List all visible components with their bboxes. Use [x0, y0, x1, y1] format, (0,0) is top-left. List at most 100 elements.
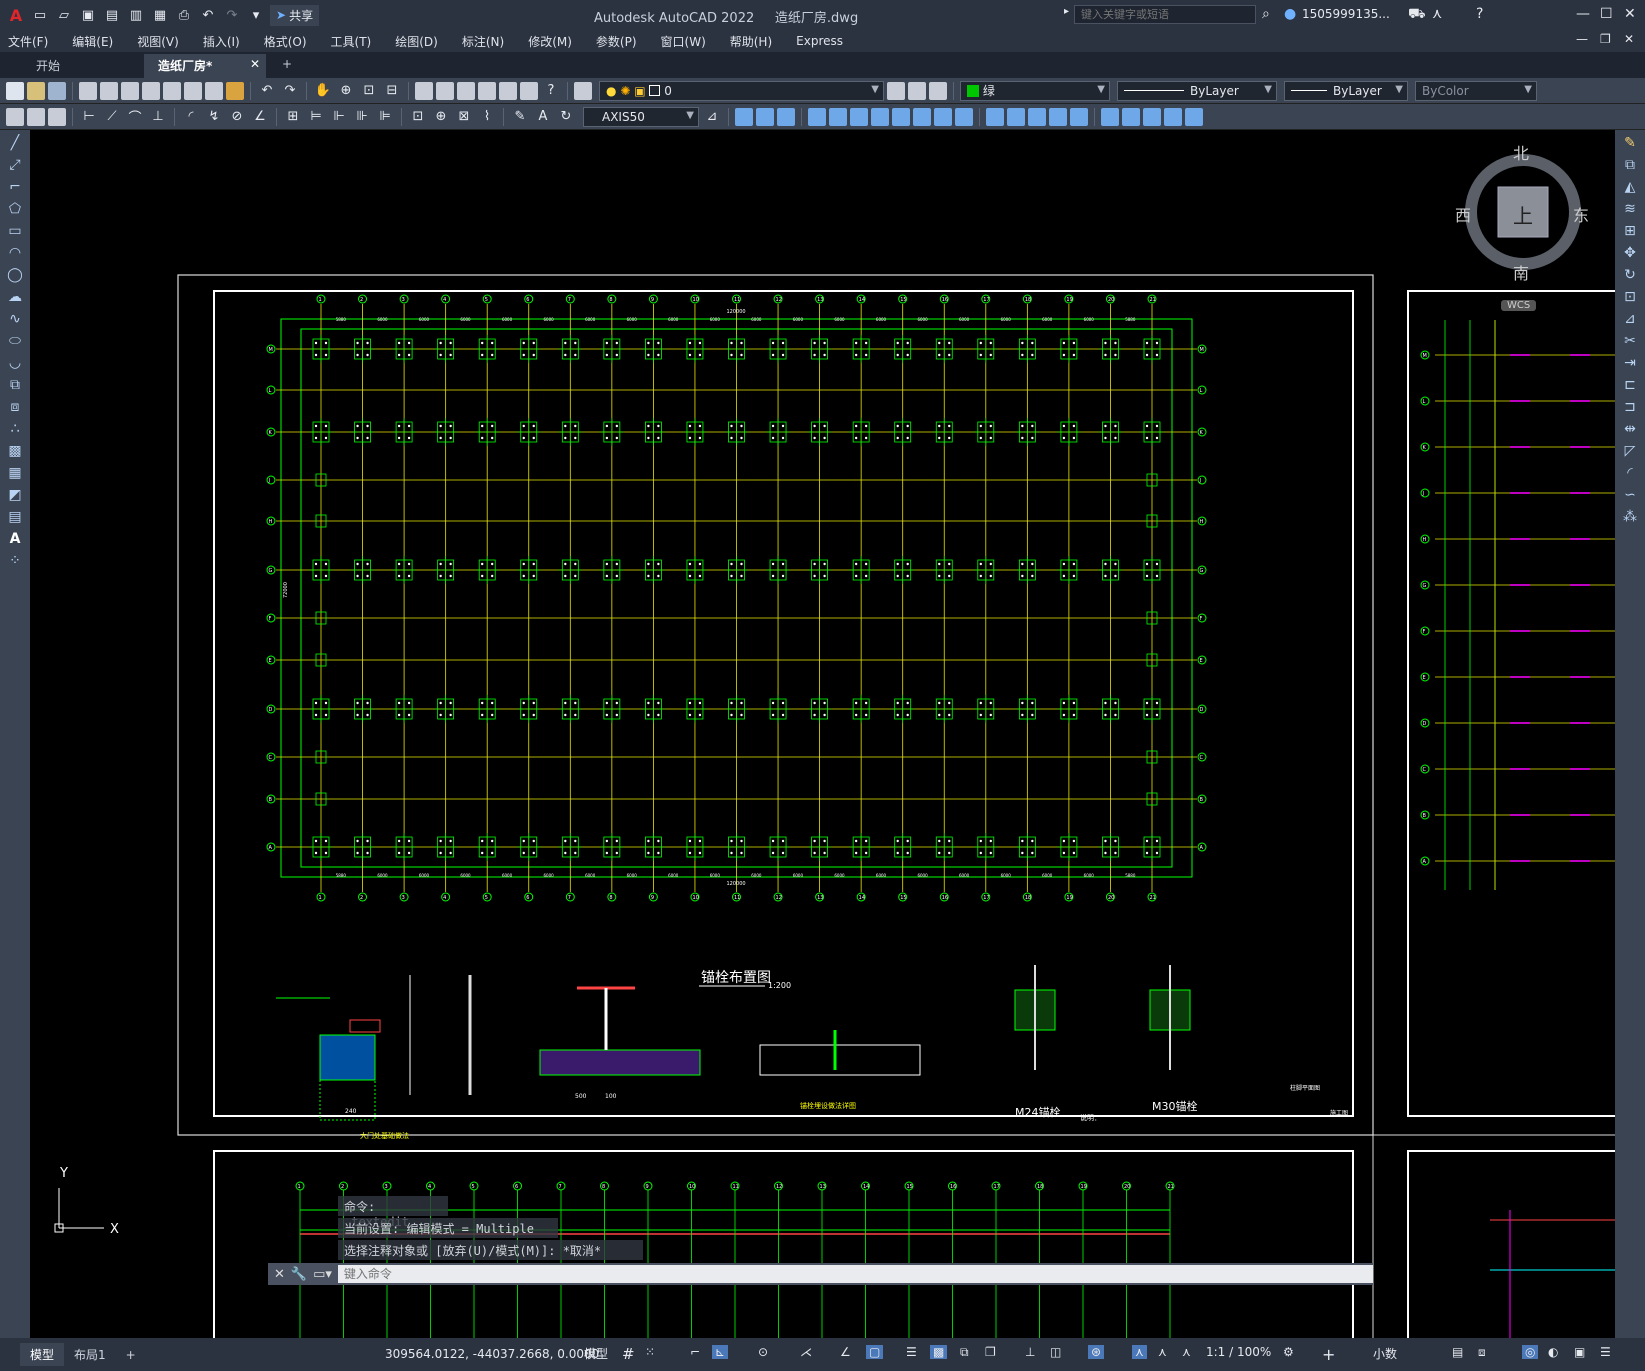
snap-icon[interactable]: ⁙ — [645, 1345, 655, 1359]
new-tab-button[interactable]: + — [268, 54, 306, 78]
design-center-icon[interactable] — [436, 81, 454, 100]
angular-dim-icon[interactable]: ∠ — [250, 107, 270, 127]
dim-update-icon[interactable]: ↻ — [556, 107, 576, 127]
annotation-scale-label[interactable]: 1:1 / 100% — [1206, 1345, 1271, 1359]
ellipse-arc-icon[interactable]: ◡ — [4, 354, 26, 372]
delete-faces-icon[interactable] — [871, 107, 889, 126]
center-mark-icon[interactable]: ⊕ — [431, 107, 451, 127]
doc-close-icon[interactable]: ✕ — [1624, 32, 1634, 46]
scale-icon[interactable]: ⊡ — [1619, 288, 1641, 306]
subtract-icon[interactable] — [756, 107, 774, 126]
rotate-icon[interactable]: ↻ — [1619, 266, 1641, 284]
spline-icon[interactable]: ∿ — [4, 310, 26, 328]
dim-space-icon[interactable]: ⊪ — [352, 107, 372, 127]
gizmo-icon[interactable]: ⊛ — [1088, 1345, 1105, 1359]
jogged-dim-icon[interactable]: ↯ — [204, 107, 224, 127]
continue-dim-icon[interactable]: ⊩ — [329, 107, 349, 127]
offset-faces-icon[interactable] — [850, 107, 868, 126]
menu-tools[interactable]: 工具(T) — [331, 33, 372, 50]
make-current-icon[interactable] — [887, 81, 905, 100]
layer-state-icon[interactable] — [929, 81, 947, 100]
command-input[interactable] — [337, 1265, 1373, 1283]
qnew-icon[interactable] — [6, 81, 24, 100]
open-web-icon[interactable]: ▥ — [126, 5, 146, 25]
offset-icon[interactable]: ≋ — [1619, 200, 1641, 218]
dim-edit-icon[interactable]: ✎ — [510, 107, 530, 127]
west-label[interactable]: 西 — [1455, 202, 1471, 226]
drawing-svg[interactable]: 1122334455667788991010111112121313141415… — [30, 130, 1615, 1338]
new-icon[interactable]: ▭ — [30, 5, 50, 25]
rectangle-icon[interactable]: ▭ — [4, 222, 26, 240]
mtext-icon[interactable]: A — [4, 530, 26, 548]
tolerance-icon[interactable]: ⊡ — [408, 107, 428, 127]
osnap-icon[interactable]: ▢ — [866, 1345, 884, 1359]
extend-icon[interactable]: ⇥ — [1619, 354, 1641, 372]
status-menu-icon[interactable]: ☰ — [1600, 1345, 1611, 1359]
chevron-right-icon[interactable]: ▸ — [1064, 6, 1069, 17]
intersect-icon[interactable] — [777, 107, 795, 126]
check-icon[interactable] — [1070, 107, 1088, 126]
isodraft-icon[interactable]: ⋌ — [800, 1345, 812, 1359]
workspace-icon[interactable]: ⚙ — [1283, 1345, 1294, 1359]
zoom-window-icon[interactable]: ⊡ — [359, 81, 379, 101]
mirror-icon[interactable]: ◭ — [1619, 178, 1641, 196]
drawing-canvas[interactable]: 1 1 2 2 3 3 4 4 5 5 6 6 7 7 8 8 9 9 10 10 11 11 12 12 13 13 14 14 15… — [30, 130, 1615, 1338]
lineweight-dropdown[interactable]: ByLayer ▼ — [1284, 80, 1408, 101]
print-icon[interactable] — [79, 81, 97, 100]
close-icon[interactable]: ✕ — [1624, 6, 1636, 22]
app-menu-button[interactable]: A — [6, 5, 26, 25]
line-icon[interactable]: ╱ — [4, 134, 26, 152]
minimize-icon[interactable]: — — [1576, 6, 1590, 22]
region-icon[interactable]: ◩ — [4, 486, 26, 504]
infer-icon[interactable]: ⌐ — [690, 1345, 700, 1359]
save-file-icon[interactable] — [48, 81, 66, 100]
undo-icon[interactable]: ↶ — [198, 5, 218, 25]
tab-drawing[interactable]: 造纸厂房* ✕ — [144, 54, 266, 78]
east-label[interactable]: 东 — [1573, 202, 1589, 226]
layer-previous-icon[interactable] — [908, 81, 926, 100]
paste-icon[interactable] — [205, 81, 223, 100]
extrude-icon[interactable] — [1185, 107, 1203, 126]
markup-icon[interactable] — [499, 81, 517, 100]
plot-icon[interactable]: ⎙ — [174, 5, 194, 25]
undo-tool-icon[interactable]: ↶ — [257, 81, 277, 101]
shell-icon[interactable] — [1049, 107, 1067, 126]
separate-icon[interactable] — [1028, 107, 1046, 126]
construction-line-icon[interactable]: ⤢ — [4, 156, 26, 174]
section-icon[interactable] — [1122, 107, 1140, 126]
saveas-icon[interactable]: ▤ — [102, 5, 122, 25]
erase-icon[interactable]: ✎ — [1619, 134, 1641, 152]
copy-icon[interactable] — [184, 81, 202, 100]
north-label[interactable]: 北 — [1513, 140, 1529, 164]
customize-icon[interactable]: ▾ — [246, 5, 266, 25]
sheet-set-icon[interactable] — [478, 81, 496, 100]
add-layout-button[interactable]: + — [116, 1345, 146, 1365]
units-label[interactable]: 小数 — [1373, 1345, 1397, 1362]
baseline-dim-icon[interactable]: ⊨ — [306, 107, 326, 127]
circle-icon[interactable]: ◯ — [4, 266, 26, 284]
layer-iso-icon[interactable] — [48, 107, 66, 126]
break-icon[interactable]: ⊐ — [1619, 398, 1641, 416]
annotation-visibility-icon[interactable]: ⋏ — [1132, 1345, 1147, 1359]
cart-icon[interactable]: ⛟ — [1408, 6, 1426, 24]
insert-block-icon[interactable]: ⧉ — [4, 376, 26, 394]
save-icon[interactable]: ▣ — [78, 5, 98, 25]
3d-osnap-icon[interactable]: ❐ — [985, 1345, 996, 1359]
recent-cmd-icon[interactable]: ▭▾ — [313, 1267, 332, 1282]
search-icon[interactable]: ⌕ — [1262, 6, 1270, 22]
search-input[interactable] — [1074, 5, 1256, 24]
tool-palettes-icon[interactable] — [457, 81, 475, 100]
gradient-icon[interactable]: ▦ — [4, 464, 26, 482]
interfere-icon[interactable] — [1143, 107, 1161, 126]
annotation-scale-icon[interactable]: ⋏ — [1182, 1345, 1191, 1359]
join-icon[interactable]: ⇹ — [1619, 420, 1641, 438]
move-faces-icon[interactable] — [829, 107, 847, 126]
doc-restore-icon[interactable]: ❐ — [1600, 32, 1611, 46]
transparency-icon[interactable]: ▩ — [930, 1345, 948, 1359]
top-label[interactable]: 上 — [1513, 200, 1533, 229]
user-name[interactable]: 1505999135... — [1302, 7, 1390, 21]
grid-icon[interactable]: # — [622, 1345, 635, 1363]
coordinates-readout[interactable]: 309564.0122, -44037.2668, 0.0000 — [385, 1347, 599, 1361]
preview-icon[interactable] — [100, 81, 118, 100]
menu-help[interactable]: 帮助(H) — [730, 33, 772, 50]
